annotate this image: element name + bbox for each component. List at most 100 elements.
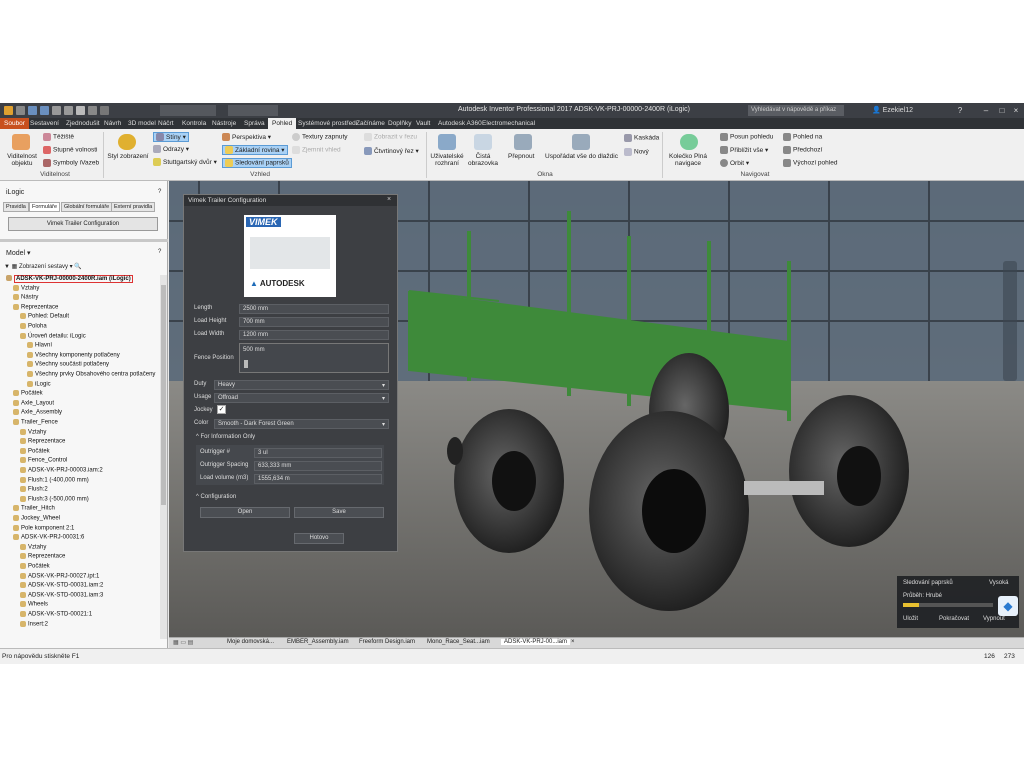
doc-tab-1[interactable]: EMBER_Assembly.iam (287, 639, 349, 645)
zoom-all-button[interactable]: Přiblížit vše ▾ (720, 146, 768, 155)
new-window-button[interactable]: Nový (624, 148, 649, 156)
ilogic-tab-0[interactable]: Pravidla (3, 202, 29, 212)
tree-item[interactable]: Hlavní (27, 342, 52, 349)
tree-item[interactable]: Flush:2 (20, 486, 48, 493)
tree-item[interactable]: Trailer_Hitch (13, 505, 55, 512)
tile-icon[interactable] (572, 134, 590, 150)
fence-slider-thumb[interactable] (244, 360, 248, 368)
lighting-style-dropdown[interactable]: Stuttgartský dvůr ▾ (153, 158, 217, 167)
ilogic-tab-1[interactable]: Formuláře (29, 202, 61, 212)
reflections-button[interactable]: Odrazy ▾ (153, 145, 189, 154)
ilogic-tab-3[interactable]: Externí pravidla (111, 202, 156, 212)
clean-screen-button[interactable]: Čistá obrazovka (468, 153, 498, 167)
app-menu-icon[interactable] (4, 106, 13, 115)
tree-item[interactable]: Všechny prvky Obsahového centra potlačen… (27, 371, 155, 378)
vimek-config-button[interactable]: Vimek Trailer Configuration (8, 217, 158, 231)
tree-item[interactable]: Počátek (20, 563, 50, 570)
quarter-section-button[interactable]: Čtvrtinový řez ▾ (364, 147, 419, 156)
home-icon[interactable] (76, 106, 85, 115)
tree-item[interactable]: ADSK-VK-PRJ-00031:6 (13, 534, 84, 541)
tree-item[interactable]: Fence_Control (20, 457, 67, 464)
tree-item[interactable]: ADSK-VK-STD-00031.iam:2 (20, 582, 103, 589)
scroll-thumb[interactable] (161, 285, 166, 505)
tab-7[interactable]: Nástroje (208, 118, 240, 129)
tree-item[interactable]: Pole komponent 2:1 (13, 524, 74, 531)
dialog-close-icon[interactable]: × (387, 196, 391, 203)
user-interface-icon[interactable] (438, 134, 456, 150)
tree-item[interactable]: Vztahy (20, 428, 46, 435)
jockey-checkbox[interactable]: ✓ (217, 405, 226, 414)
filter-icon[interactable]: ▼ (4, 264, 10, 270)
tree-item[interactable]: Axle_Layout (13, 399, 54, 406)
help-search-input[interactable]: Vyhledávat v nápovědě a příkaz (748, 105, 844, 116)
ground-plane-button[interactable]: Základní rovina ▾ (222, 145, 288, 156)
viewcube-icon[interactable]: ◆ (998, 596, 1018, 616)
save-button[interactable]: Save (294, 507, 384, 518)
tab-2[interactable]: Zjednodušit (62, 118, 104, 129)
home-view-button[interactable]: Výchozí pohled (783, 159, 837, 167)
tile-all-button[interactable]: Uspořádat vše do dlaždic (545, 153, 618, 160)
configuration-section-header[interactable]: ^ Configuration (196, 494, 236, 500)
tree-item[interactable]: ADSK-VK-PRJ-00000-2400R.iam (iLogic) (6, 275, 133, 283)
ilogic-symbols-button[interactable]: Symboly iVazeb (43, 159, 99, 167)
tab-0[interactable]: Soubor (0, 118, 29, 129)
tree-item[interactable]: Reprezentace (20, 438, 65, 445)
tab-layout-icons[interactable]: ▦ ▭ ▤ (173, 639, 193, 646)
close-button[interactable]: × (1010, 105, 1022, 116)
visual-style-icon[interactable] (118, 134, 136, 150)
tree-item[interactable]: ADSK-VK-STD-00021:1 (20, 611, 92, 618)
duty-select[interactable]: Heavy ▾ (214, 380, 389, 390)
material-dropdown[interactable] (160, 105, 216, 116)
new-icon[interactable] (16, 106, 25, 115)
tree-item[interactable]: ADSK-VK-STD-00031.iam:3 (20, 591, 103, 598)
open-icon[interactable] (28, 106, 37, 115)
tree-item[interactable]: Trailer_Fence (13, 419, 58, 426)
navigation-bar[interactable] (1003, 261, 1017, 381)
model-browser-title[interactable]: Model ▾ (6, 249, 31, 257)
tree-item[interactable]: Nástry (13, 294, 38, 301)
center-of-gravity-button[interactable]: Těžiště (43, 133, 74, 141)
tree-item[interactable]: Insert:2 (20, 620, 48, 627)
update-icon[interactable] (88, 106, 97, 115)
doc-tab-3[interactable]: Mono_Race_Seat...iam (427, 639, 490, 645)
ray-stop-button[interactable]: Uložit (903, 616, 918, 622)
length-input[interactable]: 2500 mm (239, 304, 389, 314)
ray-resume-button[interactable]: Pokračovat (939, 616, 969, 622)
shadows-button[interactable]: Stíny ▾ (153, 132, 189, 143)
quality-label[interactable]: Vysoká (989, 580, 1008, 586)
tree-item[interactable]: Reprezentace (20, 553, 65, 560)
tree-item[interactable]: Reprezentace (13, 303, 58, 310)
switch-icon[interactable] (514, 134, 532, 150)
browser-help-icon[interactable]: ? (158, 249, 161, 255)
tree-item[interactable]: Flush:3 (-500,000 mm) (20, 495, 89, 502)
full-navigation-wheel-button[interactable]: Kolečko Plná navigace (668, 153, 708, 167)
tree-item[interactable]: Poloha (20, 323, 47, 330)
tab-3[interactable]: Návrh (100, 118, 125, 129)
ray-exit-button[interactable]: Vypnout (983, 616, 1005, 622)
tree-item[interactable]: Počátek (20, 447, 50, 454)
visibility-icon[interactable] (12, 134, 30, 150)
clean-screen-icon[interactable] (474, 134, 492, 150)
tree-item[interactable]: Počátek (13, 390, 43, 397)
tree-item[interactable]: Úroveň detailu: iLogic (20, 332, 86, 339)
tab-6[interactable]: Kontrola (178, 118, 210, 129)
ilogic-tab-2[interactable]: Globální formuláře (61, 202, 113, 212)
tab-5[interactable]: Náčrt (154, 118, 178, 129)
tree-item[interactable]: ADSK-VK-PRJ-00027.ipt:1 (20, 572, 99, 579)
tree-scrollbar[interactable] (160, 275, 167, 639)
dof-button[interactable]: Stupně volnosti (43, 146, 97, 154)
search-icon[interactable]: 🔍 (74, 264, 81, 270)
object-visibility-button[interactable]: Viditelnost objektu (4, 153, 40, 167)
tab-9[interactable]: Pohled (268, 118, 297, 129)
section-view-button[interactable]: Zobrazit v řezu (364, 133, 417, 141)
tree-item[interactable]: Axle_Assembly (13, 409, 62, 416)
doc-tab-4[interactable]: ADSK-VK-PRJ-00...iam (501, 639, 571, 645)
ray-tracing-button[interactable]: Sledování paprsků (222, 158, 292, 168)
tree-item[interactable]: Wheels (20, 601, 48, 608)
tab-13[interactable]: Vault (412, 118, 434, 129)
tree-item[interactable]: Všechny součásti potlačeny (27, 361, 109, 368)
steering-wheel-icon[interactable] (680, 134, 698, 150)
cascade-button[interactable]: Kaskáda (624, 134, 659, 142)
ilogic-help-icon[interactable]: ? (158, 189, 161, 195)
refine-view-button[interactable]: Zjemnit vhled (292, 146, 341, 154)
